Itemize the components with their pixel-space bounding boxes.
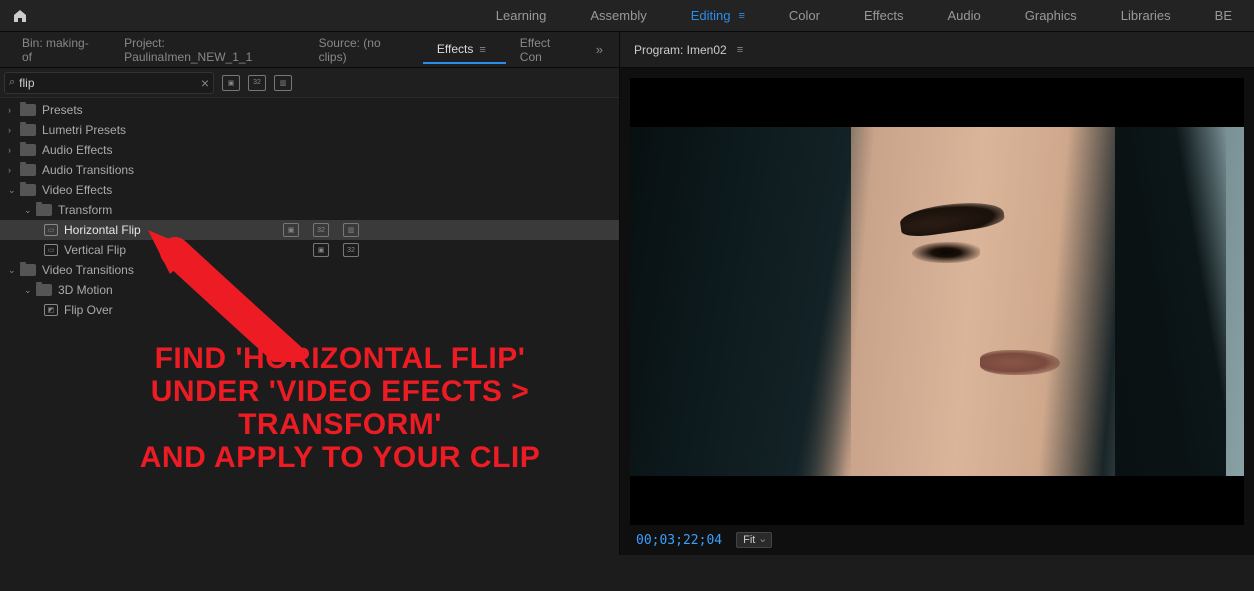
accel-badge-icon: ▣ xyxy=(283,223,299,237)
label: BE xyxy=(1215,8,1232,23)
effect-icon: ▭ xyxy=(44,244,58,256)
label: Libraries xyxy=(1121,8,1171,23)
tree-3d-motion[interactable]: ⌄3D Motion xyxy=(0,280,619,300)
32-badge-icon: 32 xyxy=(343,243,359,257)
timecode-display[interactable]: 00;03;22;04 xyxy=(636,533,722,548)
tree-transform[interactable]: ⌄Transform xyxy=(0,200,619,220)
label: Effects xyxy=(437,42,473,56)
program-panel: Program: Imen02 ≡ 00;03;22;04 Fit xyxy=(620,32,1254,555)
clear-search-button[interactable]: × xyxy=(201,75,209,91)
search-box: ⌕ × xyxy=(4,72,214,94)
effect-badges: ▣ 32 xyxy=(313,243,359,257)
folder-icon xyxy=(20,184,36,196)
tab-effects[interactable]: Effects≡ xyxy=(423,36,506,64)
label: Audio xyxy=(948,8,981,23)
program-menu-icon[interactable]: ≡ xyxy=(737,44,743,56)
32bit-filter-icon[interactable]: 32 xyxy=(248,75,266,91)
label: Video Transitions xyxy=(42,263,134,277)
label: Assembly xyxy=(590,8,646,23)
tree-flip-over[interactable]: ◩ Flip Over xyxy=(0,300,619,320)
workspace-audio[interactable]: Audio xyxy=(926,0,1003,31)
label: Horizontal Flip xyxy=(64,223,141,237)
folder-icon xyxy=(36,284,52,296)
tab-bin[interactable]: Bin: making-of xyxy=(8,30,110,70)
program-header: Program: Imen02 ≡ xyxy=(620,32,1254,68)
workspace-color[interactable]: Color xyxy=(767,0,842,31)
workspace-tabs: Learning Assembly Editing ≡ Color Effects… xyxy=(474,0,1254,31)
filter-icons: ▣ 32 ▥ xyxy=(222,75,292,91)
label: Presets xyxy=(42,103,83,117)
tab-project[interactable]: Project: PaulinaImen_NEW_1_1 xyxy=(110,30,304,70)
home-icon xyxy=(12,8,28,24)
tree-horizontal-flip[interactable]: ▭ Horizontal Flip ▣ 32 ▥ xyxy=(0,220,619,240)
label: Audio Transitions xyxy=(42,163,134,177)
main-content: Bin: making-of Project: PaulinaImen_NEW_… xyxy=(0,32,1254,555)
label: Flip Over xyxy=(64,303,113,317)
label: Color xyxy=(789,8,820,23)
folder-icon xyxy=(20,104,36,116)
label: Vertical Flip xyxy=(64,243,126,257)
workspace-assembly[interactable]: Assembly xyxy=(568,0,668,31)
program-title: Program: Imen02 xyxy=(634,43,727,57)
workspace-learning[interactable]: Learning xyxy=(474,0,569,31)
workspace-libraries[interactable]: Libraries xyxy=(1099,0,1193,31)
label: Learning xyxy=(496,8,547,23)
panel-tab-bar: Bin: making-of Project: PaulinaImen_NEW_… xyxy=(0,32,619,68)
accelerated-filter-icon[interactable]: ▣ xyxy=(222,75,240,91)
effects-tree: ›Presets ›Lumetri Presets ›Audio Effects… xyxy=(0,98,619,555)
tree-lumetri-presets[interactable]: ›Lumetri Presets xyxy=(0,120,619,140)
accel-badge-icon: ▣ xyxy=(313,243,329,257)
tree-presets[interactable]: ›Presets xyxy=(0,100,619,120)
tree-audio-effects[interactable]: ›Audio Effects xyxy=(0,140,619,160)
workspace-overflow[interactable]: BE xyxy=(1193,0,1254,31)
yuv-badge-icon: ▥ xyxy=(343,223,359,237)
workspace-effects-ws[interactable]: Effects xyxy=(842,0,926,31)
effect-badges: ▣ 32 ▥ xyxy=(283,223,359,237)
tree-video-effects[interactable]: ⌄Video Effects xyxy=(0,180,619,200)
folder-icon xyxy=(20,144,36,156)
tree-audio-transitions[interactable]: ›Audio Transitions xyxy=(0,160,619,180)
video-frame[interactable] xyxy=(630,78,1244,525)
label: Effects xyxy=(864,8,904,23)
32-badge-icon: 32 xyxy=(313,223,329,237)
search-input[interactable] xyxy=(15,76,201,90)
label: Audio Effects xyxy=(42,143,113,157)
label: Graphics xyxy=(1025,8,1077,23)
timecode-row: 00;03;22;04 Fit xyxy=(630,525,1244,555)
label: 3D Motion xyxy=(58,283,113,297)
folder-icon xyxy=(36,204,52,216)
folder-icon xyxy=(20,124,36,136)
tree-video-transitions[interactable]: ⌄Video Transitions xyxy=(0,260,619,280)
zoom-select[interactable]: Fit xyxy=(736,532,772,548)
tree-vertical-flip[interactable]: ▭ Vertical Flip ▣ 32 xyxy=(0,240,619,260)
label: Transform xyxy=(58,203,112,217)
panel-menu-icon[interactable]: ≡ xyxy=(473,44,491,56)
label: Lumetri Presets xyxy=(42,123,126,137)
top-bar: Learning Assembly Editing ≡ Color Effects… xyxy=(0,0,1254,32)
workspace-editing[interactable]: Editing ≡ xyxy=(669,0,767,31)
folder-icon xyxy=(20,264,36,276)
folder-icon xyxy=(20,164,36,176)
effects-panel: Bin: making-of Project: PaulinaImen_NEW_… xyxy=(0,32,620,555)
tab-effect-controls[interactable]: Effect Con xyxy=(506,30,588,70)
effect-icon: ◩ xyxy=(44,304,58,316)
program-viewer: 00;03;22;04 Fit xyxy=(620,68,1254,555)
workspace-menu-icon[interactable]: ≡ xyxy=(739,10,745,22)
home-button[interactable] xyxy=(0,0,40,31)
label: Video Effects xyxy=(42,183,112,197)
label: Editing xyxy=(691,8,731,23)
tab-source[interactable]: Source: (no clips) xyxy=(305,30,423,70)
search-row: ⌕ × ▣ 32 ▥ xyxy=(0,68,619,98)
yuv-filter-icon[interactable]: ▥ xyxy=(274,75,292,91)
effect-icon: ▭ xyxy=(44,224,58,236)
video-content xyxy=(630,127,1244,476)
tab-overflow-button[interactable]: » xyxy=(588,42,611,57)
workspace-graphics[interactable]: Graphics xyxy=(1003,0,1099,31)
